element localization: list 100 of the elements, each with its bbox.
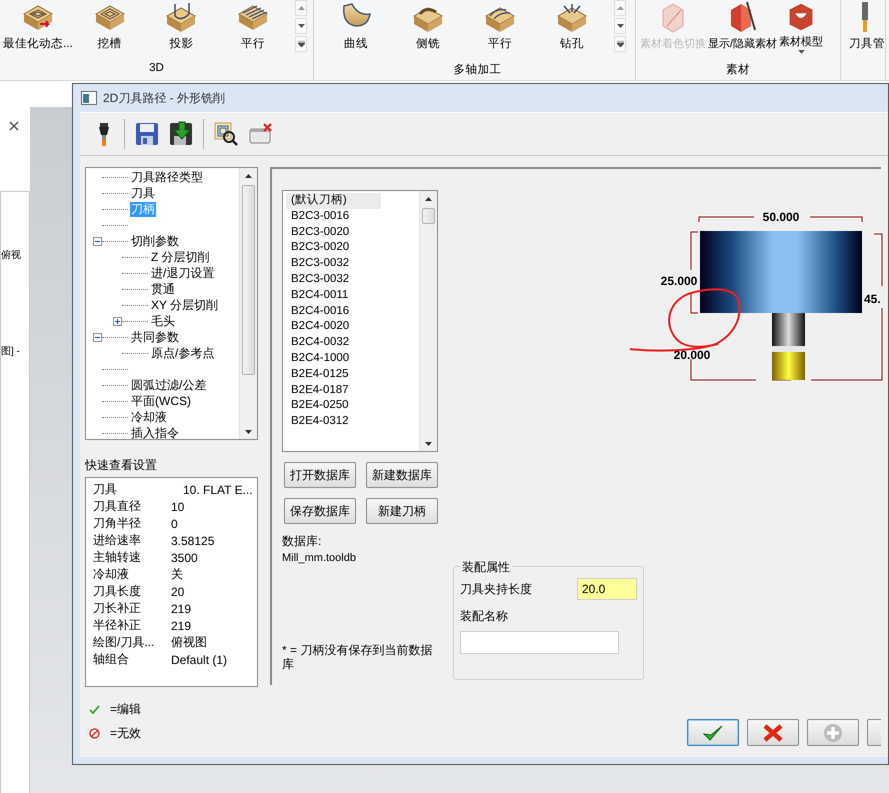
up-triangle-icon: [616, 6, 624, 10]
dialog-button[interactable]: [867, 719, 881, 746]
tree-item[interactable]: 切削参数: [130, 234, 180, 248]
database-button[interactable]: 新建刀柄: [366, 498, 438, 524]
add-button[interactable]: [807, 719, 859, 746]
tree-item[interactable]: 原点/参考点: [150, 346, 216, 360]
ribbon-button[interactable]: 钻孔: [536, 0, 608, 54]
dimension-label: 20.000: [674, 348, 710, 362]
ok-button[interactable]: [687, 719, 739, 746]
setting-name: 绘图/刀具...: [93, 634, 156, 651]
tree-item[interactable]: 刀具: [130, 186, 156, 200]
setting-value: 20: [171, 584, 184, 598]
down-triangle-icon: [616, 24, 624, 28]
list-item[interactable]: B2C4-1000: [286, 350, 381, 367]
tree-item[interactable]: 圆弧过滤/公差: [130, 378, 208, 392]
tool-icon: [861, 2, 869, 32]
save-icon[interactable]: [135, 121, 159, 147]
setting-name: 半径补正: [93, 617, 142, 634]
list-item[interactable]: B2C4-0032: [286, 335, 381, 351]
tree-line[interactable]: [102, 224, 128, 226]
group-title: 装配属性: [460, 559, 512, 576]
setting-name: 刀具: [93, 481, 118, 498]
field-label: 刀具夹持长度: [460, 580, 532, 598]
list-item[interactable]: B2C3-0032: [286, 272, 381, 288]
list-item[interactable]: B2C3-0016: [286, 208, 381, 225]
setting-value: 10. FLAT E...: [183, 482, 253, 496]
ribbon-button[interactable]: 平行: [464, 0, 536, 54]
setting-value: 关: [171, 566, 183, 583]
tree-item[interactable]: 平面(WCS): [130, 394, 192, 408]
legend-text: =无效: [110, 725, 142, 742]
down-triangle-icon: [245, 430, 252, 434]
expand-icon[interactable]: [114, 318, 121, 324]
tree-item[interactable]: XY 分层切削: [150, 298, 220, 312]
save-as-icon[interactable]: [169, 121, 193, 147]
panel-text: 图] -: [1, 345, 20, 358]
group-label: 素材: [725, 62, 751, 77]
text-field[interactable]: 20.0: [577, 578, 637, 600]
ribbon-button[interactable]: 素材模型: [779, 0, 824, 54]
tree-item[interactable]: 进/退刀设置: [150, 266, 216, 280]
scrollbar[interactable]: [419, 191, 437, 451]
close-icon[interactable]: [9, 121, 19, 131]
up-triangle-icon: [298, 6, 304, 10]
tree-item[interactable]: 毛头: [150, 314, 176, 328]
setting-value: 10: [171, 500, 184, 514]
tree-item[interactable]: Z 分层切削: [150, 250, 211, 264]
text-field[interactable]: [460, 631, 619, 654]
check-icon: [702, 722, 724, 742]
dimension-label: 25.000: [660, 274, 698, 288]
list-item[interactable]: B2E4-0125: [286, 366, 381, 383]
setting-value: 3500: [171, 550, 198, 564]
ribbon-button[interactable]: 投影: [146, 0, 218, 54]
database-button[interactable]: 保存数据库: [284, 498, 356, 524]
ribbon-button[interactable]: 挖槽: [74, 0, 146, 54]
database-button[interactable]: 新建数据库: [366, 462, 438, 488]
list-item[interactable]: B2E4-0312: [286, 414, 381, 430]
tree-item[interactable]: 刀具路径类型: [130, 170, 204, 184]
scrollbar-thumb[interactable]: [242, 185, 255, 375]
scroll-down-button[interactable]: [614, 18, 626, 34]
setting-name: 刀角半径: [93, 515, 142, 532]
tree-line[interactable]: [102, 368, 128, 370]
ribbon-button[interactable]: 曲线: [320, 0, 392, 54]
scroll-down-button[interactable]: [295, 18, 307, 34]
tree-item[interactable]: 插入指令: [130, 426, 180, 440]
list-item[interactable]: B2C4-0016: [286, 304, 381, 320]
ribbon-button[interactable]: 最佳化动态...: [2, 0, 74, 54]
caret-icon[interactable]: [798, 50, 805, 54]
tool-shank: [772, 313, 805, 380]
list-item[interactable]: B2E4-0187: [286, 382, 381, 398]
scrollbar-thumb[interactable]: [422, 208, 435, 224]
expand-gallery-button[interactable]: [614, 36, 626, 52]
list-item[interactable]: (默认刀柄): [286, 193, 381, 209]
database-file: Mill_mm.tooldb: [282, 552, 357, 564]
more-icon: [298, 41, 304, 47]
ribbon-button[interactable]: 侧铣: [392, 0, 464, 54]
list-item[interactable]: B2C4-0011: [286, 288, 381, 304]
dialog-title: 2D刀具路径 - 外形铣削: [103, 90, 226, 106]
scrollbar[interactable]: [239, 168, 257, 439]
plus-icon: [822, 722, 844, 742]
ribbon-button[interactable]: 平行: [217, 0, 289, 54]
list-item[interactable]: B2C3-0032: [286, 256, 381, 272]
ribbon-button[interactable]: 显示/隐藏素材: [708, 0, 778, 54]
tree-item[interactable]: 贯通: [150, 282, 176, 296]
list-item[interactable]: B2E4-0250: [286, 398, 381, 414]
cancel-button[interactable]: [747, 719, 799, 746]
dimension-label: 45.: [864, 292, 881, 306]
tree-item[interactable]: 冷却液: [130, 410, 168, 424]
database-button[interactable]: 打开数据库: [284, 462, 356, 488]
legend-text: =编辑: [110, 701, 142, 718]
close-icon: [762, 722, 784, 742]
list-item[interactable]: B2C3-0020: [286, 240, 381, 256]
list-item[interactable]: B2C4-0020: [286, 319, 381, 336]
magnifier-icon[interactable]: [214, 121, 239, 147]
ribbon-button[interactable]: 刀具管: [849, 0, 885, 54]
list-item[interactable]: B2C3-0020: [286, 224, 381, 240]
setting-name: 进给速率: [93, 532, 142, 549]
check-icon: [89, 704, 100, 715]
expand-gallery-button[interactable]: [295, 36, 307, 52]
database-label: 数据库:: [282, 533, 322, 550]
tree-item[interactable]: 共同参数: [130, 330, 180, 344]
prohibited-icon: [89, 728, 100, 739]
